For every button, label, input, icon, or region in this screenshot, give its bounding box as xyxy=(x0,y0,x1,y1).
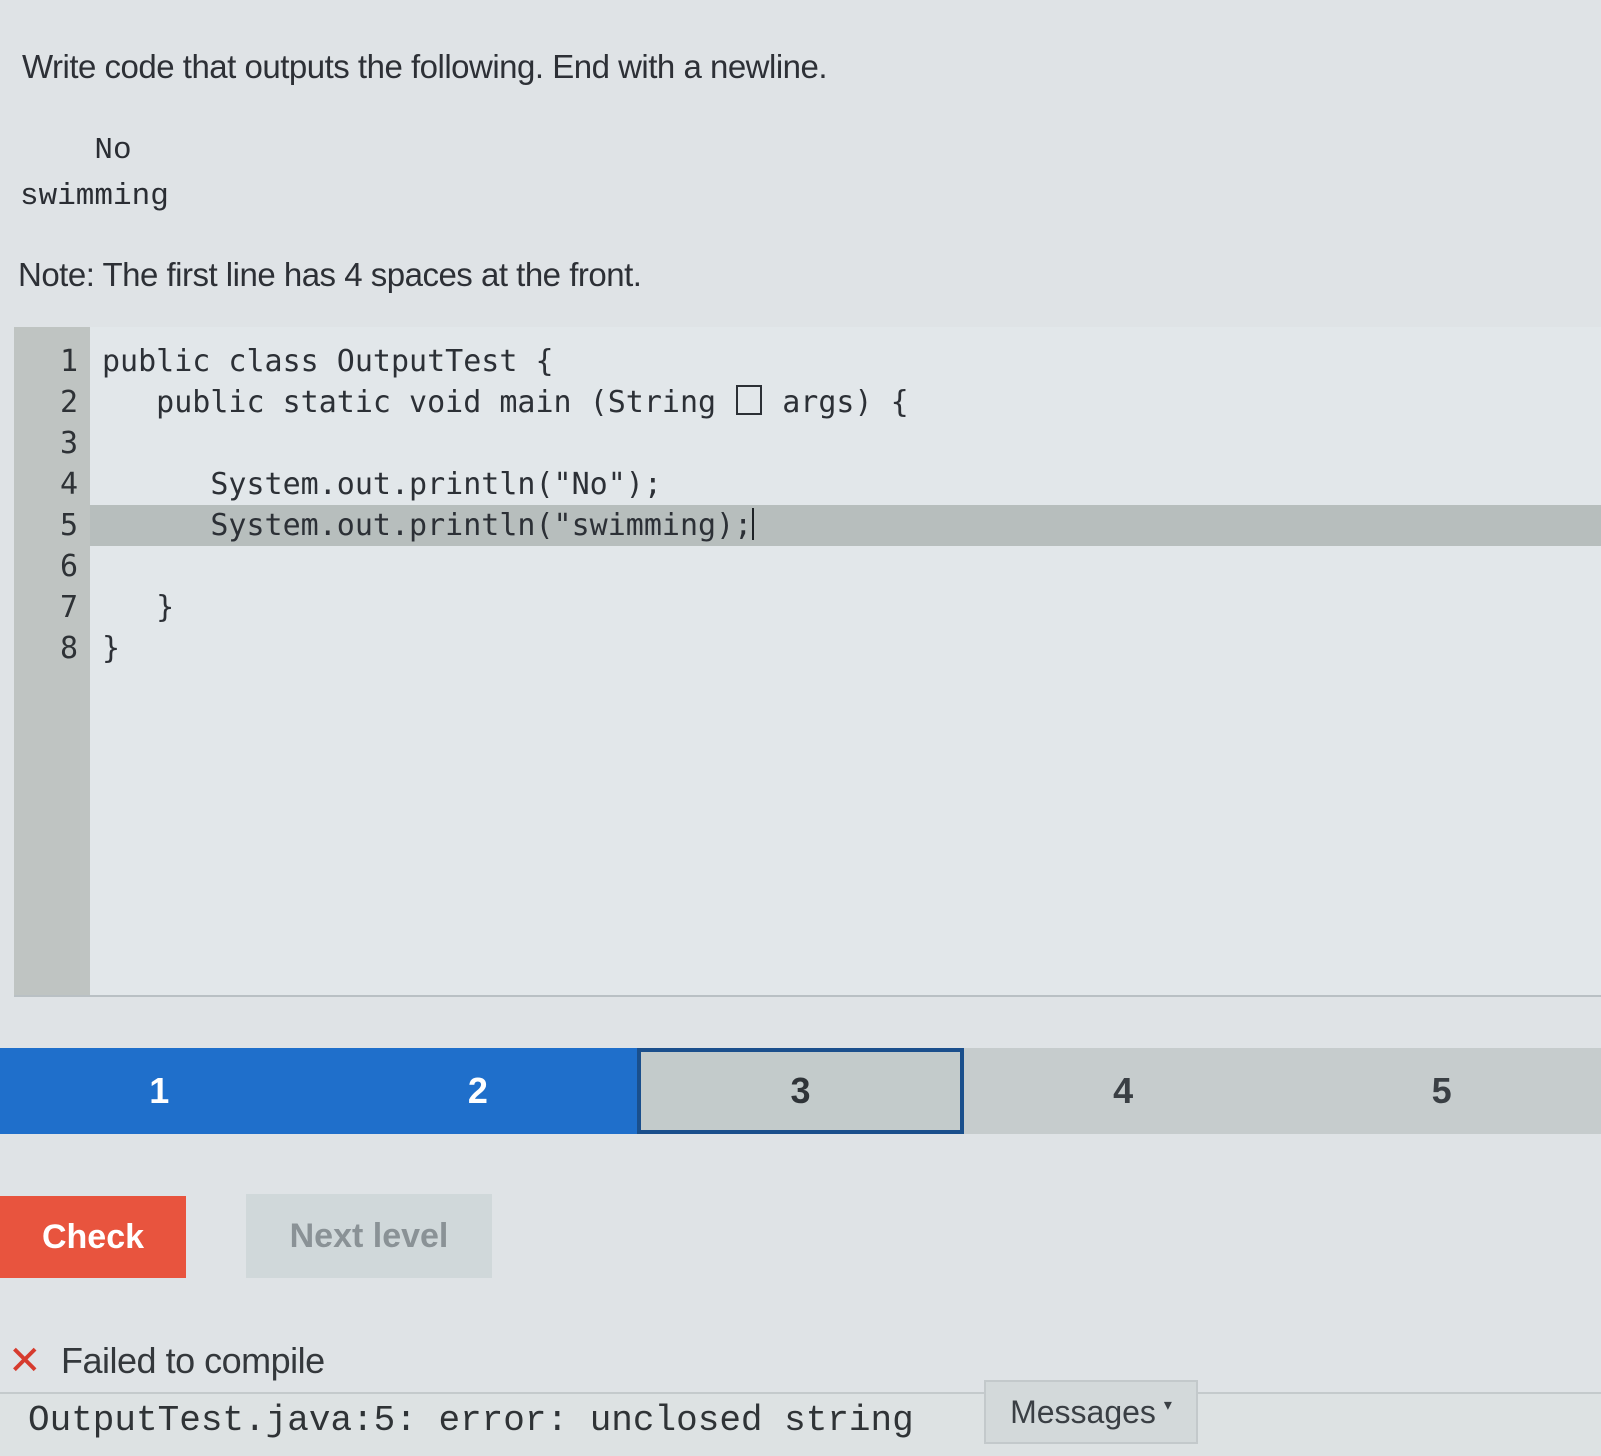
error-x-icon: ✕ xyxy=(8,1339,42,1383)
level-5[interactable]: 5 xyxy=(1282,1048,1601,1134)
next-level-button[interactable]: Next level xyxy=(246,1194,492,1278)
level-progress-bar: 1 2 3 4 5 xyxy=(0,1048,1601,1134)
level-3[interactable]: 3 xyxy=(637,1048,964,1134)
console-text: OutputTest.java:5: error: unclosed strin… xyxy=(28,1400,914,1441)
code-line-active[interactable]: System.out.println("swimming); xyxy=(102,505,755,546)
line-number: 3 xyxy=(59,426,78,461)
code-line[interactable]: } xyxy=(102,587,174,628)
code-line[interactable]: public class OutputTest { xyxy=(102,341,554,382)
prompt-text: Write code that outputs the following. E… xyxy=(22,48,828,85)
messages-button[interactable]: Messages ▾ xyxy=(984,1380,1198,1444)
code-segment: public static void main (String xyxy=(102,385,717,420)
level-1[interactable]: 1 xyxy=(0,1048,319,1134)
messages-label: Messages xyxy=(1010,1393,1156,1430)
missing-glyph-box-icon xyxy=(736,385,763,415)
note-text: Note: The first line has 4 spaces at the… xyxy=(18,256,642,293)
level-2[interactable]: 2 xyxy=(318,1048,638,1134)
level-4[interactable]: 4 xyxy=(963,1048,1283,1134)
status-text: Failed to compile xyxy=(61,1340,325,1381)
code-editor[interactable]: 1 2 3 4 5 6 7 8 public class OutputTest … xyxy=(14,327,1601,997)
code-line[interactable]: public static void main (String args) { xyxy=(102,382,909,423)
line-number: 2 xyxy=(59,385,78,420)
compile-status: ✕ Failed to compile xyxy=(8,1340,325,1382)
line-number: 7 xyxy=(59,590,78,625)
code-segment: args) { xyxy=(782,385,909,420)
line-gutter: 1 2 3 4 5 6 7 8 xyxy=(14,327,90,995)
code-line[interactable]: } xyxy=(102,628,120,669)
line-number: 6 xyxy=(59,549,78,584)
check-button[interactable]: Check xyxy=(0,1196,186,1278)
console-output: OutputTest.java:5: error: unclosed strin… xyxy=(0,1392,1601,1456)
code-segment: System.out.println("swimming); xyxy=(102,508,753,543)
expected-output: No swimming xyxy=(20,133,169,214)
line-number: 4 xyxy=(59,467,78,502)
line-number: 8 xyxy=(59,631,78,666)
line-number: 1 xyxy=(59,344,78,379)
text-cursor xyxy=(752,508,755,540)
caret-icon: ▾ xyxy=(1163,1397,1172,1414)
line-number: 5 xyxy=(59,508,78,543)
code-line[interactable]: System.out.println("No"); xyxy=(102,464,662,505)
